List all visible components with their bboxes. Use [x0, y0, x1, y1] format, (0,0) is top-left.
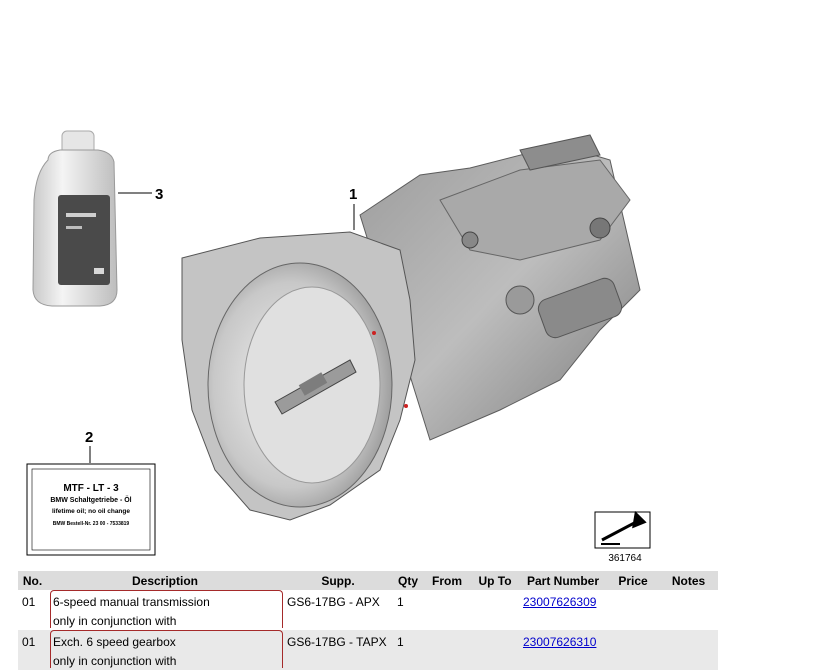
description-line: only in conjunction with — [53, 614, 177, 628]
cell-part-number: 23007626310 — [519, 630, 607, 670]
callout-3: 3 — [118, 186, 163, 203]
header-part-number: Part Number — [519, 571, 607, 590]
oil-label-line4: BMW Bestell-Nr. 23 00 - 7533819 — [53, 521, 130, 527]
cell-qty: 1 — [393, 630, 423, 670]
callout-2: 2 — [85, 429, 93, 463]
cell-description[interactable]: Exch. 6 speed gearbox only in conjunctio… — [47, 630, 283, 670]
header-from: From — [423, 571, 471, 590]
cell-up-to — [471, 590, 519, 630]
svg-text:1: 1 — [349, 186, 357, 203]
transmission-illustration — [181, 134, 641, 521]
table-header-row: No. Description Supp. Qty From Up To Par… — [18, 571, 718, 590]
description-line: only in conjunction with — [53, 654, 177, 668]
cell-qty: 1 — [393, 590, 423, 630]
description-line: Exch. 6 speed gearbox — [53, 635, 176, 649]
cell-no: 01 — [18, 630, 47, 670]
cell-no: 01 — [18, 590, 47, 630]
oil-bottle-illustration — [32, 130, 118, 307]
header-up-to: Up To — [471, 571, 519, 590]
header-notes: Notes — [659, 571, 718, 590]
table-row: 01 Exch. 6 speed gearbox only in conjunc… — [18, 630, 718, 670]
header-qty: Qty — [393, 571, 423, 590]
cell-supp: GS6-17BG - APX — [283, 590, 393, 630]
part-number-link[interactable]: 23007626310 — [523, 635, 596, 649]
callout-1: 1 — [349, 186, 357, 230]
table-row: 01 6-speed manual transmission only in c… — [18, 590, 718, 630]
cell-notes — [659, 590, 718, 630]
oil-label-illustration: MTF - LT - 3 BMW Schaltgetriebe - Öl lif… — [26, 463, 156, 556]
cell-from — [423, 590, 471, 630]
parts-diagram: MTF - LT - 3 BMW Schaltgetriebe - Öl lif… — [26, 130, 651, 564]
cell-price — [607, 630, 659, 670]
header-no: No. — [18, 571, 47, 590]
part-number-link[interactable]: 23007626309 — [523, 595, 596, 609]
oil-label-line3: lifetime oil; no oil change — [52, 508, 130, 515]
oil-label-line2: BMW Schaltgetriebe - Öl — [50, 495, 131, 504]
cell-notes — [659, 630, 718, 670]
cell-from — [423, 630, 471, 670]
description-line: 6-speed manual transmission — [53, 595, 210, 609]
reference-number: 361764 — [608, 553, 642, 564]
cell-description[interactable]: 6-speed manual transmission only in conj… — [47, 590, 283, 630]
cell-supp: GS6-17BG - TAPX — [283, 630, 393, 670]
cell-price — [607, 590, 659, 630]
parts-table: No. Description Supp. Qty From Up To Par… — [18, 571, 718, 670]
header-supp: Supp. — [283, 571, 393, 590]
cell-part-number: 23007626309 — [519, 590, 607, 630]
cell-up-to — [471, 630, 519, 670]
svg-text:3: 3 — [155, 186, 163, 203]
header-price: Price — [607, 571, 659, 590]
oil-label-line1: MTF - LT - 3 — [63, 483, 119, 494]
header-description: Description — [47, 571, 283, 590]
reference-box: 361764 — [594, 510, 651, 564]
svg-text:2: 2 — [85, 429, 93, 446]
